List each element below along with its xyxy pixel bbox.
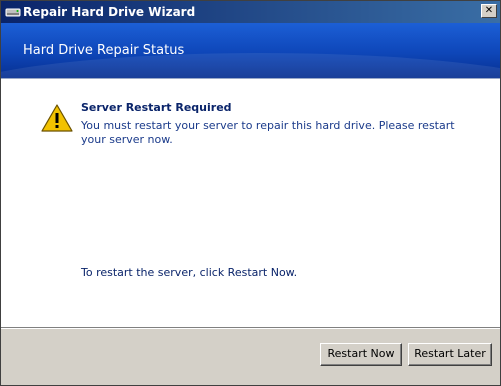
wizard-window: Repair Hard Drive Wizard ✕ Hard Drive Re… — [0, 0, 501, 386]
message-title: Server Restart Required — [81, 101, 232, 114]
hard-drive-icon — [5, 5, 21, 19]
restart-now-button[interactable]: Restart Now — [320, 343, 402, 366]
restart-later-button[interactable]: Restart Later — [408, 343, 492, 366]
header-banner: Hard Drive Repair Status — [1, 23, 500, 78]
title-bar[interactable]: Repair Hard Drive Wizard ✕ — [1, 1, 500, 23]
banner-divider — [1, 78, 500, 79]
restart-instruction: To restart the server, click Restart Now… — [81, 266, 298, 279]
wizard-content: Hard Drive Repair Status Server Restart … — [1, 23, 500, 327]
close-button[interactable]: ✕ — [481, 4, 497, 18]
page-title: Hard Drive Repair Status — [23, 43, 185, 58]
message-body: You must restart your server to repair t… — [81, 119, 455, 146]
warning-icon — [40, 103, 74, 133]
window-title: Repair Hard Drive Wizard — [23, 5, 196, 19]
button-bar-divider — [1, 327, 500, 329]
close-icon: ✕ — [484, 5, 494, 16]
